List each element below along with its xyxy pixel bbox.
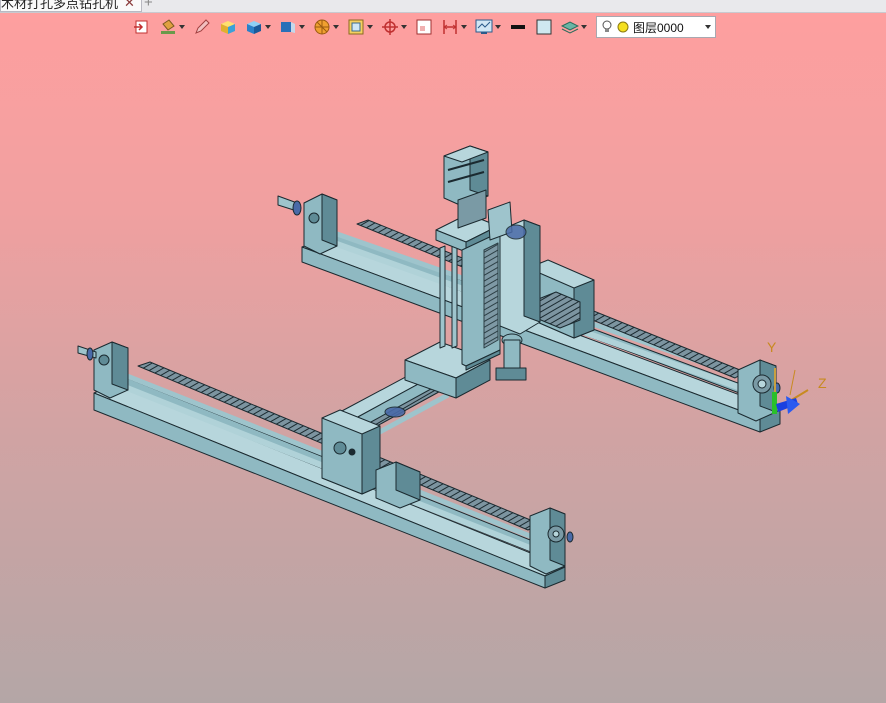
render-style-button[interactable]	[310, 15, 342, 39]
blue-cube-button[interactable]	[242, 15, 274, 39]
view-cube-button[interactable]	[276, 15, 308, 39]
drill-machine-model[interactable]: Y Z	[0, 40, 886, 703]
close-icon[interactable]: ✕	[124, 0, 135, 11]
dimension-icon	[443, 20, 457, 34]
new-tab-button[interactable]: +	[144, 0, 153, 11]
axis-y-label: Y	[767, 339, 777, 355]
crosshair-button[interactable]	[378, 15, 410, 39]
document-tab-title: 木材打孔多点钻孔机	[1, 0, 119, 11]
line-weight-button[interactable]	[506, 15, 530, 39]
chevron-down-icon	[401, 25, 407, 29]
layer-select[interactable]: 图层0000	[596, 16, 716, 38]
chevron-down-icon	[333, 25, 339, 29]
crosshair-icon	[382, 19, 398, 35]
color-swatch-button[interactable]	[532, 15, 556, 39]
render-style-icon	[314, 19, 330, 35]
axis-triad: Y Z	[767, 339, 827, 414]
pencil-icon	[195, 19, 210, 34]
chevron-down-icon	[367, 25, 373, 29]
layer-color-dot-icon	[617, 21, 629, 33]
exit-view-icon	[134, 20, 148, 34]
zoom-window-icon	[416, 19, 432, 35]
line-weight-icon	[511, 25, 525, 29]
color-swatch-icon	[536, 19, 552, 35]
section-frame-icon	[348, 19, 364, 35]
document-tab[interactable]: 木材打孔多点钻孔机 ✕	[0, 0, 142, 12]
tab-strip: 木材打孔多点钻孔机 ✕ +	[0, 0, 886, 13]
paint-bucket-icon	[161, 19, 175, 34]
model-viewport[interactable]: Y Z	[0, 40, 886, 703]
view-toolbar: 图层0000	[130, 14, 716, 40]
layer-select-value: 图层0000	[633, 20, 684, 35]
layer-stack-button[interactable]	[558, 15, 590, 39]
yellow-cube-icon	[221, 21, 235, 34]
axis-z-label: Z	[818, 375, 827, 391]
chevron-down-icon	[299, 25, 305, 29]
chevron-down-icon	[581, 25, 587, 29]
chevron-down-icon	[495, 25, 501, 29]
yellow-cube-button[interactable]	[216, 15, 240, 39]
paint-bucket-button[interactable]	[156, 15, 188, 39]
display-settings-button[interactable]	[472, 15, 504, 39]
chevron-down-icon	[265, 25, 271, 29]
blue-cube-icon	[247, 21, 261, 34]
exit-view-button[interactable]	[130, 15, 154, 39]
chevron-down-icon	[179, 25, 185, 29]
section-frame-button[interactable]	[344, 15, 376, 39]
view-cube-icon	[281, 22, 295, 33]
layer-stack-icon	[561, 21, 579, 34]
chevron-down-icon	[705, 25, 711, 29]
display-settings-icon	[475, 19, 493, 34]
pencil-button[interactable]	[190, 15, 214, 39]
dimension-button[interactable]	[438, 15, 470, 39]
zoom-window-button[interactable]	[412, 15, 436, 39]
lightbulb-icon[interactable]	[601, 20, 613, 34]
chevron-down-icon	[461, 25, 467, 29]
